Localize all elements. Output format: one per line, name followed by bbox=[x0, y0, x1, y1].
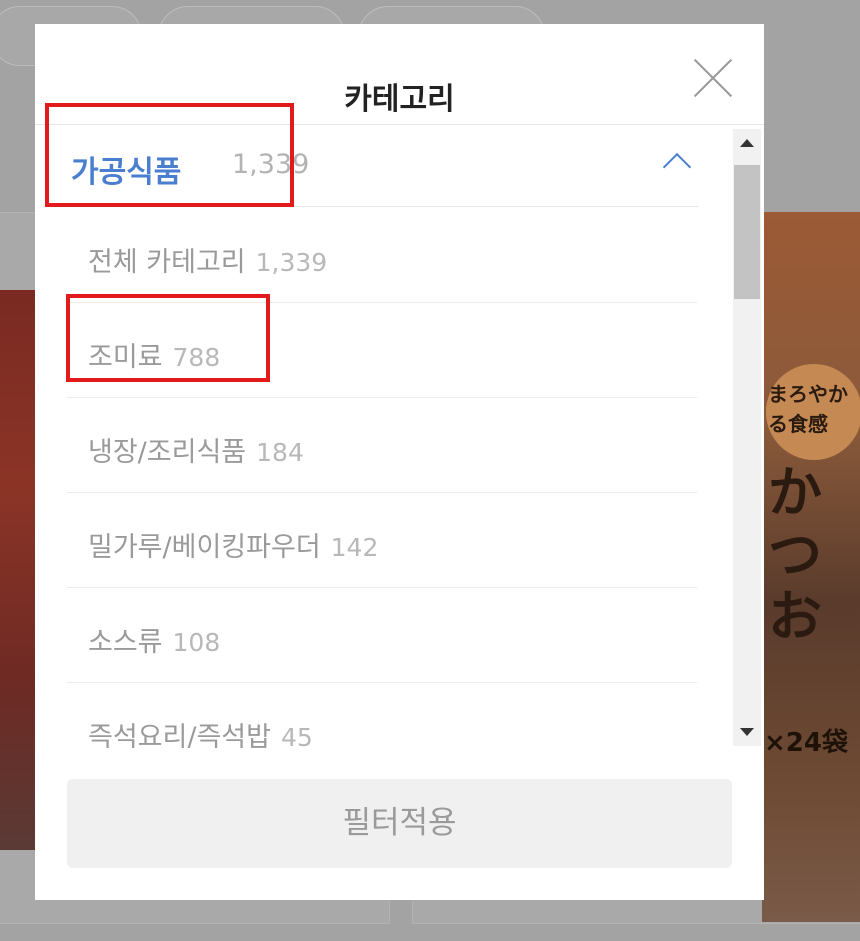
subcategory-label: 소스류 bbox=[88, 627, 163, 658]
close-icon[interactable] bbox=[693, 58, 733, 98]
subcategory-label: 전체 카테고리 bbox=[88, 247, 246, 278]
subcategory-count: 184 bbox=[256, 438, 304, 467]
subcategory-count: 108 bbox=[172, 628, 221, 657]
subcategory-count: 142 bbox=[330, 533, 379, 562]
scrollbar-thumb[interactable] bbox=[734, 165, 760, 299]
scroll-up-arrow-icon[interactable] bbox=[740, 139, 754, 147]
subcategory-item-instant[interactable]: 즉석요리/즉석밥 45 bbox=[67, 683, 697, 748]
subcategory-item-sauce[interactable]: 소스류 108 bbox=[67, 588, 697, 683]
category-list[interactable]: 가공식품 1,339 전체 카테고리 1,339 조미료 788 냉장/조리식품 18… bbox=[35, 125, 764, 748]
scroll-down-arrow-icon[interactable] bbox=[740, 728, 754, 736]
highlight-box-category bbox=[45, 103, 294, 207]
product-text: まろやか bbox=[768, 382, 848, 406]
chevron-up-icon[interactable] bbox=[662, 152, 692, 182]
apply-filter-button[interactable]: 필터적용 bbox=[67, 779, 732, 868]
highlight-box-seasoning bbox=[66, 294, 270, 382]
subcategory-count: 45 bbox=[280, 723, 313, 748]
subcategory-label: 즉석요리/즉석밥 bbox=[88, 722, 271, 748]
product-image-left bbox=[0, 290, 36, 850]
product-text: ×24袋 bbox=[764, 728, 848, 758]
product-text: かつお bbox=[768, 461, 822, 648]
subcategory-item-flour[interactable]: 밀가루/베이킹파우더 142 bbox=[67, 493, 697, 588]
subcategory-label: 냉장/조리식품 bbox=[88, 437, 247, 468]
product-text: る食感 bbox=[768, 412, 828, 436]
subcategory-count: 1,339 bbox=[255, 248, 328, 277]
subcategory-label: 밀가루/베이킹파우더 bbox=[88, 532, 321, 563]
subcategory-item-all[interactable]: 전체 카테고리 1,339 bbox=[67, 208, 697, 303]
scrollbar[interactable] bbox=[733, 129, 761, 746]
product-image-right: まろやか る食感 かつお ×24袋 bbox=[762, 212, 860, 922]
subcategory-item-chilled[interactable]: 냉장/조리식품 184 bbox=[67, 398, 697, 493]
